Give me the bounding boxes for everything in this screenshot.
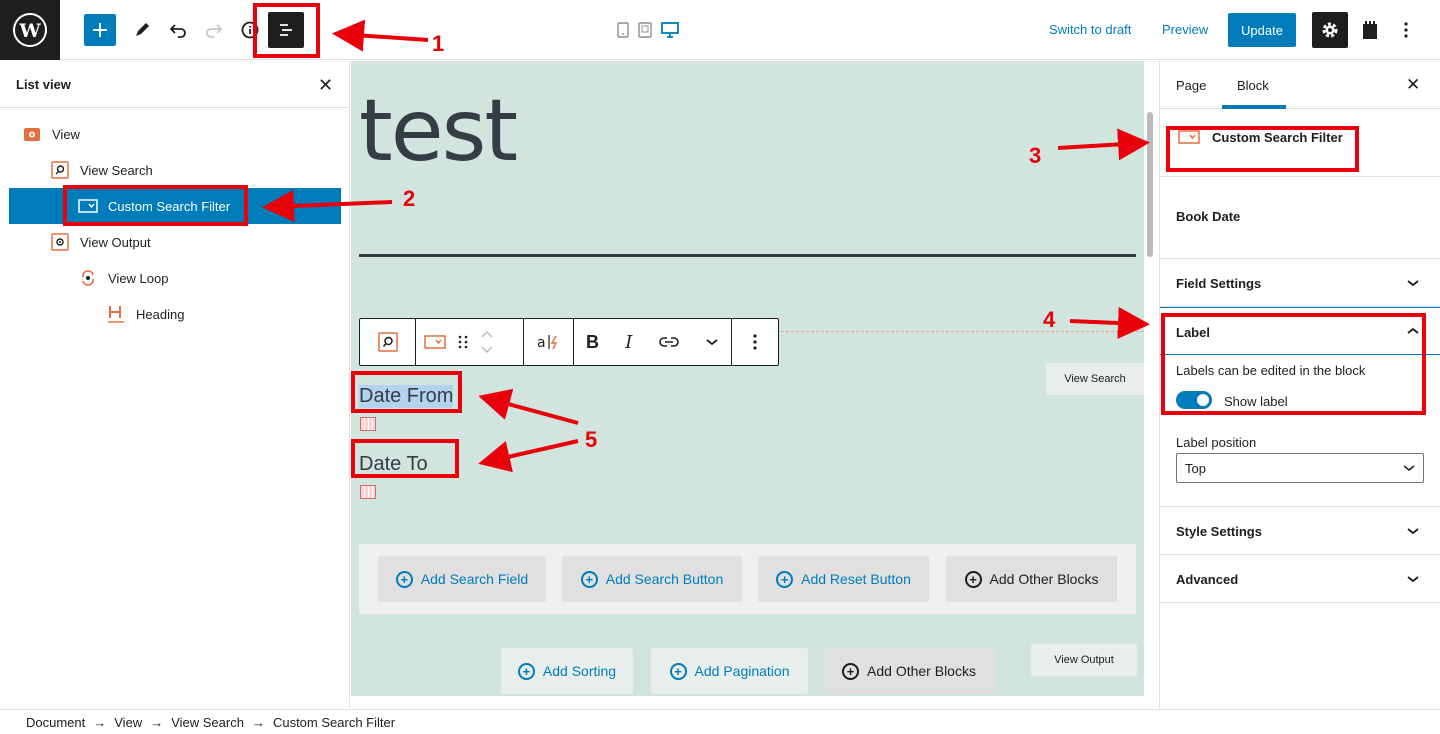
annotation-number-1: 1 [432, 31, 445, 56]
annotation-number-3: 3 [1029, 143, 1042, 168]
annotation-arrows [262, 19, 1150, 473]
annotation-number-4: 4 [1043, 307, 1056, 332]
annotation-number-2: 2 [403, 186, 416, 211]
annotation-number-5: 5 [585, 427, 598, 452]
